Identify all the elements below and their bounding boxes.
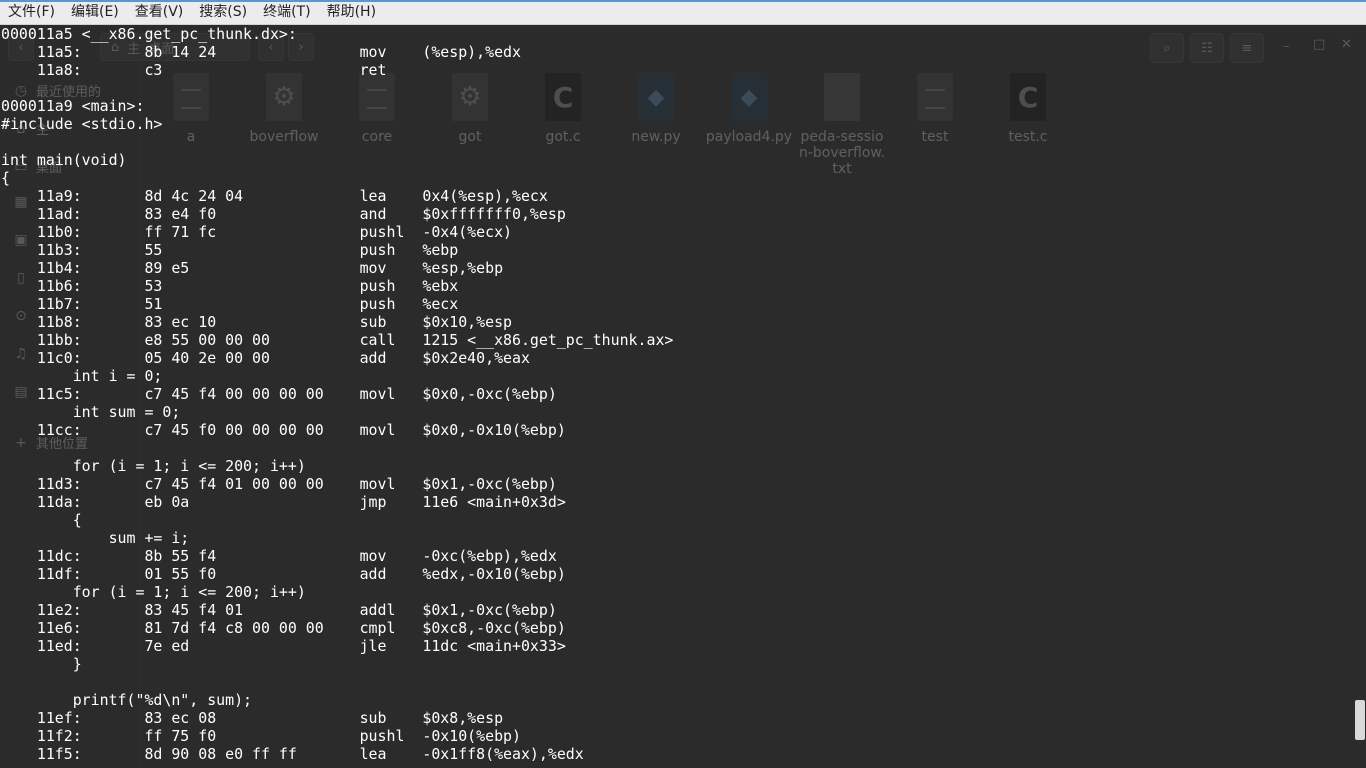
scrollbar-thumb[interactable] xyxy=(1355,700,1365,740)
terminal-line: for (i = 1; i <= 200; i++) xyxy=(1,583,306,601)
terminal-line: 11b3: 55 push %ebp xyxy=(1,241,459,259)
terminal-line: 11b6: 53 push %ebx xyxy=(1,277,459,295)
terminal-line: int i = 0; xyxy=(1,367,163,385)
terminal-line: 11b4: 89 e5 mov %esp,%ebp xyxy=(1,259,504,277)
terminal-scrollbar[interactable] xyxy=(1352,25,1366,768)
terminal-line: 11d3: c7 45 f4 01 00 00 00 movl $0x1,-0x… xyxy=(1,475,557,493)
terminal-line: int main(void) xyxy=(1,151,127,169)
terminal-line: for (i = 1; i <= 200; i++) xyxy=(1,457,306,475)
terminal-line: 000011a5 <__x86.get_pc_thunk.dx>: xyxy=(1,25,297,43)
terminal-menubar: 文件(F) 编辑(E) 查看(V) 搜索(S) 终端(T) 帮助(H) xyxy=(0,0,1366,25)
menu-file[interactable]: 文件(F) xyxy=(0,0,63,25)
terminal-line: 11e2: 83 45 f4 01 addl $0x1,-0xc(%ebp) xyxy=(1,601,557,619)
terminal-line: 11cc: c7 45 f0 00 00 00 00 movl $0x0,-0x… xyxy=(1,421,566,439)
menu-view[interactable]: 查看(V) xyxy=(127,0,192,25)
menu-edit[interactable]: 编辑(E) xyxy=(63,0,127,25)
terminal-line: 11b8: 83 ec 10 sub $0x10,%esp xyxy=(1,313,513,331)
terminal-line: 11ad: 83 e4 f0 and $0xfffffff0,%esp xyxy=(1,205,566,223)
terminal-line: 11b7: 51 push %ecx xyxy=(1,295,459,313)
terminal-line: 11b0: ff 71 fc pushl -0x4(%ecx) xyxy=(1,223,513,241)
terminal-line: #include <stdio.h> xyxy=(1,115,163,133)
terminal-line: 11c5: c7 45 f4 00 00 00 00 movl $0x0,-0x… xyxy=(1,385,557,403)
terminal-line: sum += i; xyxy=(1,529,190,547)
terminal-line: { xyxy=(1,169,10,187)
terminal-line: 11f2: ff 75 f0 pushl -0x10(%ebp) xyxy=(1,727,521,745)
terminal-line: 11a8: c3 ret xyxy=(1,61,423,79)
window-accent-line xyxy=(0,0,1366,2)
terminal-line: 11bb: e8 55 00 00 00 call 1215 <__x86.ge… xyxy=(1,331,674,349)
terminal-line: } xyxy=(1,655,82,673)
terminal-line: 000011a9 <main>: xyxy=(1,97,145,115)
terminal-line: 11e6: 81 7d f4 c8 00 00 00 cmpl $0xc8,-0… xyxy=(1,619,566,637)
terminal-line: 11dc: 8b 55 f4 mov -0xc(%ebp),%edx xyxy=(1,547,557,565)
terminal-line: printf("%d\n", sum); xyxy=(1,691,253,709)
menu-terminal[interactable]: 终端(T) xyxy=(255,0,318,25)
terminal-line: 11ed: 7e ed jle 11dc <main+0x33> xyxy=(1,637,566,655)
terminal-line: 11c0: 05 40 2e 00 00 add $0x2e40,%eax xyxy=(1,349,530,367)
terminal-line: { xyxy=(1,511,82,529)
terminal-line: 11a9: 8d 4c 24 04 lea 0x4(%esp),%ecx xyxy=(1,187,548,205)
terminal-line: 11a5: 8b 14 24 mov (%esp),%edx xyxy=(1,43,521,61)
menu-search[interactable]: 搜索(S) xyxy=(191,0,255,25)
terminal-line: int sum = 0; xyxy=(1,403,181,421)
terminal-line: 11df: 01 55 f0 add %edx,-0x10(%ebp) xyxy=(1,565,566,583)
terminal-line: 11f5: 8d 90 08 e0 ff ff lea -0x1ff8(%eax… xyxy=(1,745,584,763)
terminal-line: 11ef: 83 ec 08 sub $0x8,%esp xyxy=(1,709,504,727)
terminal-line: 11da: eb 0a jmp 11e6 <main+0x3d> xyxy=(1,493,566,511)
terminal-output[interactable]: 000011a5 <__x86.get_pc_thunk.dx>: 11a5: … xyxy=(0,25,1352,768)
menu-help[interactable]: 帮助(H) xyxy=(319,0,384,25)
